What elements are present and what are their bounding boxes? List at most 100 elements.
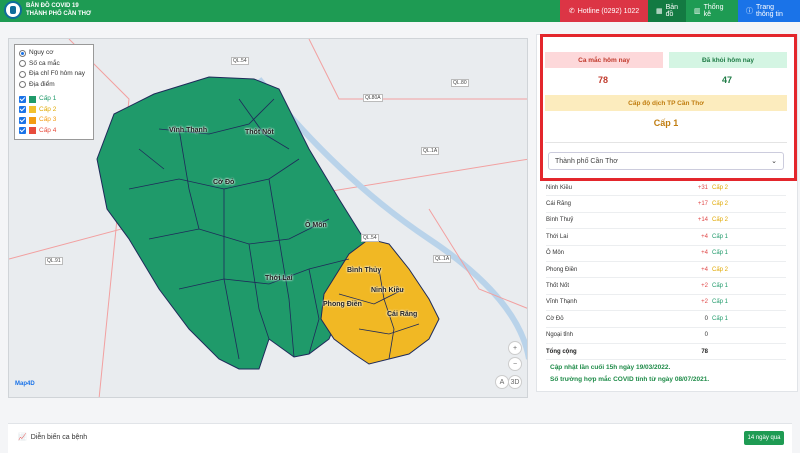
district-name: Ô Môn bbox=[546, 250, 565, 257]
road-label: QL.1A bbox=[433, 255, 452, 263]
district-name: Cái Răng bbox=[546, 201, 572, 208]
swatch bbox=[29, 95, 36, 103]
road-label: QL.54 bbox=[361, 234, 379, 242]
district-delta: +14 bbox=[697, 217, 708, 224]
road-label: QL.1A bbox=[421, 147, 440, 155]
place-o-mon: Ô Môn bbox=[305, 222, 327, 229]
table-row: Thới Lai +4 Cấp 1 bbox=[546, 229, 786, 246]
road-label: QL.80 bbox=[451, 79, 469, 87]
highlight-frame bbox=[540, 34, 797, 181]
district-name: Vĩnh Thạnh bbox=[546, 299, 577, 306]
district-delta: +4 bbox=[701, 250, 708, 257]
district-name: Cờ Đỏ bbox=[546, 315, 564, 322]
map-legend: Nguy cơ Số ca mắc Địa chỉ F0 hôm nay Địa… bbox=[14, 44, 94, 140]
radio-icon[interactable] bbox=[19, 81, 26, 89]
district-level: Cấp 2 bbox=[712, 184, 729, 191]
swatch bbox=[29, 116, 36, 124]
district-level: Cấp 2 bbox=[712, 201, 729, 208]
legend-radio-places[interactable]: Địa điểm bbox=[19, 80, 89, 91]
district-level: Cấp 2 bbox=[712, 217, 729, 224]
period-14-days-button[interactable]: 14 ngày qua bbox=[744, 431, 784, 445]
checkbox-icon[interactable] bbox=[19, 116, 26, 124]
case-trend-label: Diễn biến ca bệnh bbox=[30, 433, 88, 441]
legend-level-label: Cấp 2 bbox=[39, 105, 57, 113]
radio-icon[interactable] bbox=[19, 60, 26, 68]
district-level: Cấp 1 bbox=[712, 250, 729, 257]
nav-map[interactable]: ▦ Bản đồ bbox=[648, 0, 686, 22]
table-total-row: Tổng cộng 78 bbox=[546, 344, 786, 361]
district-level: Cấp 2 bbox=[712, 266, 729, 273]
legend-level-2[interactable]: Cấp 2 bbox=[19, 105, 89, 116]
place-cai-rang: Cái Răng bbox=[387, 311, 418, 318]
legend-level-4[interactable]: Cấp 4 bbox=[19, 126, 89, 137]
legend-level-label: Cấp 1 bbox=[39, 95, 57, 102]
map-3d-button[interactable]: 3D bbox=[508, 375, 522, 389]
district-delta: +2 bbox=[701, 299, 708, 306]
nav-stats[interactable]: ▥ Thống kê bbox=[686, 0, 738, 22]
table-row: Ngoại tỉnh 0 bbox=[546, 328, 786, 344]
logo-icon bbox=[4, 1, 22, 19]
since-date-note: Số trường hợp mắc COVID tính từ ngày 08/… bbox=[550, 376, 710, 383]
phone-icon: ✆ bbox=[568, 8, 575, 15]
checkbox-icon[interactable] bbox=[19, 106, 26, 114]
district-delta: +17 bbox=[697, 201, 708, 208]
zoom-in-button[interactable]: + bbox=[508, 341, 522, 355]
legend-radio-label: Địa điểm bbox=[29, 80, 55, 88]
district-name: Ngoại tỉnh bbox=[546, 332, 574, 339]
district-delta: 0 bbox=[704, 315, 708, 322]
legend-level-1[interactable]: Cấp 1 bbox=[19, 94, 89, 105]
swatch bbox=[29, 106, 36, 114]
nav-info[interactable]: ⓘ Trang thông tin bbox=[738, 0, 800, 22]
table-row: Cái Răng +17 Cấp 2 bbox=[546, 196, 786, 213]
legend-radio-risk[interactable]: Nguy cơ bbox=[19, 48, 89, 59]
table-row: Cờ Đỏ 0 Cấp 1 bbox=[546, 311, 786, 328]
legend-level-label: Cấp 3 bbox=[39, 116, 57, 123]
legend-radio-cases[interactable]: Số ca mắc bbox=[19, 59, 89, 70]
district-delta: +31 bbox=[697, 184, 708, 191]
district-name: Thới Lai bbox=[546, 233, 568, 240]
zoom-out-button[interactable]: − bbox=[508, 357, 522, 371]
district-level: Cấp 1 bbox=[712, 233, 729, 240]
district-name: Bình Thuỷ bbox=[546, 217, 574, 224]
total-value: 78 bbox=[701, 348, 708, 355]
district-delta: +2 bbox=[701, 283, 708, 290]
place-thoi-lai: Thới Lai bbox=[265, 275, 293, 282]
checkbox-icon[interactable] bbox=[19, 127, 26, 135]
place-binh-thuy: Bình Thủy bbox=[347, 267, 382, 274]
case-trend-title: 📈 Diễn biến ca bệnh bbox=[18, 433, 88, 442]
table-row: Phong Điền +4 Cấp 2 bbox=[546, 262, 786, 279]
checkbox-icon[interactable] bbox=[19, 95, 26, 103]
place-co-do: Cờ Đỏ bbox=[213, 179, 235, 186]
legend-radio-label: Số ca mắc bbox=[29, 59, 60, 67]
district-level: Cấp 1 bbox=[712, 283, 729, 290]
district-delta: +4 bbox=[701, 233, 708, 240]
radio-icon[interactable] bbox=[19, 70, 26, 78]
table-row: Bình Thuỷ +14 Cấp 2 bbox=[546, 213, 786, 230]
place-phong-dien: Phong Điền bbox=[323, 301, 362, 308]
legend-level-3[interactable]: Cấp 3 bbox=[19, 115, 89, 126]
place-thot-not: Thốt Nốt bbox=[245, 129, 274, 136]
district-delta: +4 bbox=[701, 266, 708, 273]
brand[interactable]: BẢN ĐỒ COVID 19 THÀNH PHỐ CẦN THƠ bbox=[4, 1, 91, 19]
district-name: Phong Điền bbox=[546, 266, 578, 273]
legend-radio-label: Địa chỉ F0 hôm nay bbox=[29, 70, 85, 77]
map-a-button[interactable]: A bbox=[495, 375, 509, 389]
hotline-button[interactable]: ✆ Hotline (0292) 1022 bbox=[560, 0, 648, 22]
district-name: Ninh Kiều bbox=[546, 184, 573, 191]
chart-icon: ▥ bbox=[694, 8, 701, 15]
place-ninh-kieu: Ninh Kiều bbox=[371, 287, 404, 294]
legend-radio-f0[interactable]: Địa chỉ F0 hôm nay bbox=[19, 69, 89, 80]
district-name: Thốt Nốt bbox=[546, 283, 570, 290]
map-attribution[interactable]: Map4D bbox=[15, 381, 35, 387]
map-panel[interactable]: Vĩnh Thạnh Thốt Nốt Cờ Đỏ Ô Môn Thới Lai… bbox=[8, 38, 528, 398]
district-level: Cấp 1 bbox=[712, 315, 729, 322]
nav-stats-label: Thống kê bbox=[703, 4, 724, 18]
district-level: Cấp 1 bbox=[712, 299, 729, 306]
road-label: QL.91 bbox=[45, 257, 63, 265]
table-row: Vĩnh Thạnh +2 Cấp 1 bbox=[546, 295, 786, 312]
total-label: Tổng cộng bbox=[546, 348, 577, 355]
radio-icon[interactable] bbox=[19, 49, 26, 57]
nav-info-label: Trang thông tin bbox=[756, 4, 783, 18]
legend-level-label: Cấp 4 bbox=[39, 126, 57, 134]
nav-map-label: Bản đồ bbox=[665, 4, 679, 18]
